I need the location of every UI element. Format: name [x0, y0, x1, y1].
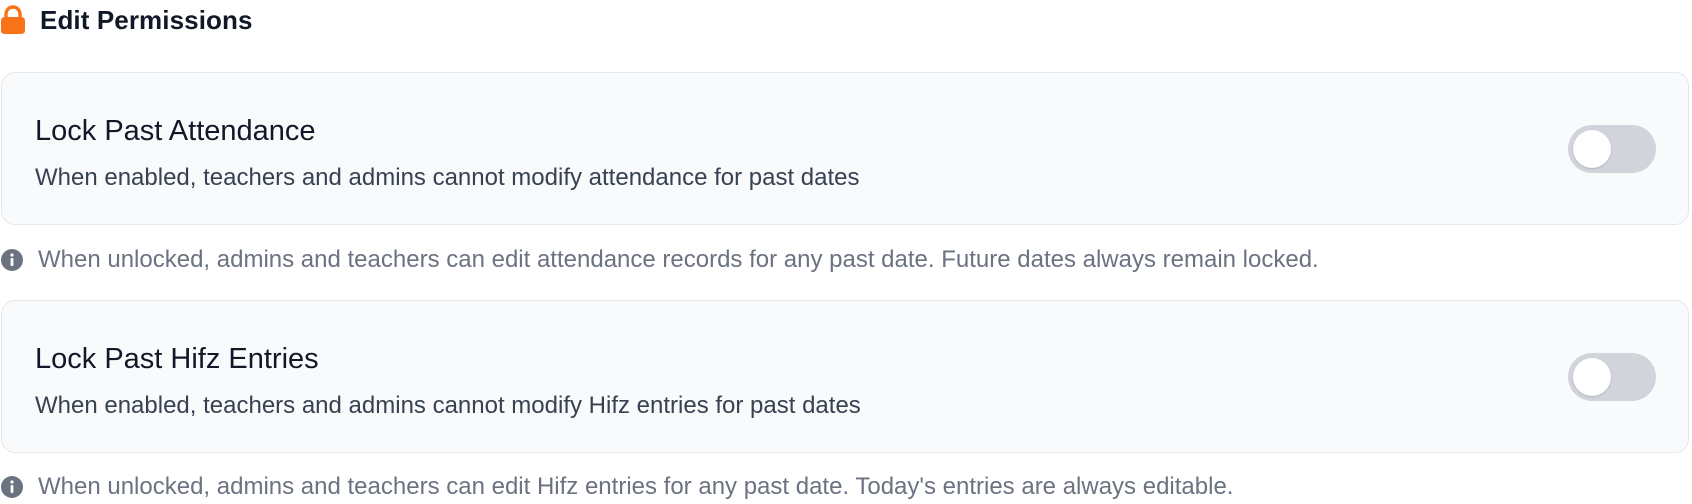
setting-card-lock-past-attendance: Lock Past Attendance When enabled, teach…	[1, 72, 1689, 225]
lock-icon	[0, 5, 26, 35]
info-icon	[0, 475, 24, 499]
setting-card-lock-past-hifz-entries: Lock Past Hifz Entries When enabled, tea…	[1, 300, 1689, 453]
section-header: Edit Permissions	[0, 4, 253, 36]
info-note-attendance: When unlocked, admins and teachers can e…	[0, 245, 1319, 275]
info-note-text: When unlocked, admins and teachers can e…	[38, 473, 1234, 500]
lock-past-hifz-entries-toggle[interactable]	[1568, 353, 1656, 401]
toggle-knob	[1573, 358, 1611, 396]
info-note-text: When unlocked, admins and teachers can e…	[38, 246, 1319, 273]
toggle-knob	[1573, 130, 1611, 168]
setting-description: When enabled, teachers and admins cannot…	[35, 392, 861, 419]
section-title: Edit Permissions	[40, 4, 253, 35]
setting-description: When enabled, teachers and admins cannot…	[35, 164, 860, 191]
setting-title: Lock Past Hifz Entries	[35, 343, 319, 375]
lock-past-attendance-toggle[interactable]	[1568, 125, 1656, 173]
setting-title: Lock Past Attendance	[35, 115, 316, 147]
info-icon	[0, 248, 24, 272]
info-note-hifz: When unlocked, admins and teachers can e…	[0, 472, 1233, 502]
